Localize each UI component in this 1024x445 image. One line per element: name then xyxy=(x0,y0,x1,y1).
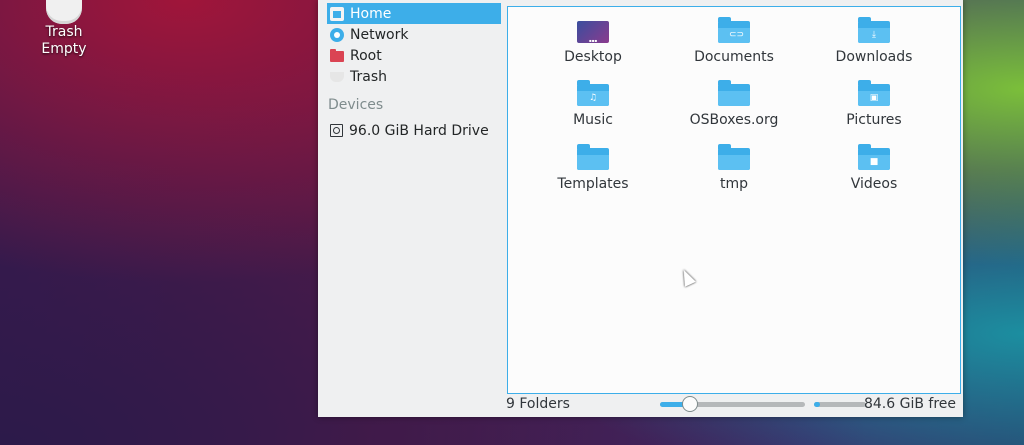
folder-icon xyxy=(718,80,750,106)
trash-bin-icon xyxy=(46,0,82,24)
downloads-folder-icon: ⤓ xyxy=(858,17,890,43)
folder-name: tmp xyxy=(719,176,748,192)
folder-item-videos[interactable]: ■ Videos xyxy=(804,144,944,192)
pictures-folder-icon: ▣ xyxy=(858,80,890,106)
folder-name: Documents xyxy=(694,49,774,65)
sidebar-item-trash[interactable]: Trash xyxy=(327,66,501,87)
sidebar-item-label: Home xyxy=(350,5,392,22)
folder-view[interactable]: Desktop ⊂⊃ Documents ⤓ Downloads ♫ Music… xyxy=(507,6,961,394)
folder-name: Music xyxy=(573,112,613,128)
desktop-folder-icon xyxy=(577,21,609,43)
folder-icon xyxy=(718,144,750,170)
videos-folder-icon: ■ xyxy=(858,144,890,170)
folder-item-music[interactable]: ♫ Music xyxy=(523,80,663,128)
documents-folder-icon: ⊂⊃ xyxy=(718,17,750,43)
desktop-trash[interactable]: Trash Empty xyxy=(32,0,96,58)
folder-name: Downloads xyxy=(835,49,913,65)
folder-item-pictures[interactable]: ▣ Pictures xyxy=(804,80,944,128)
home-icon xyxy=(330,6,344,21)
folder-name: Templates xyxy=(557,176,629,192)
devices-heading: Devices xyxy=(328,97,384,113)
folder-name: OSBoxes.org xyxy=(689,112,779,128)
sidebar-item-label: Trash xyxy=(350,68,387,85)
sidebar-item-hard-drive[interactable]: 96.0 GiB Hard Drive xyxy=(327,120,501,141)
folder-item-downloads[interactable]: ⤓ Downloads xyxy=(804,17,944,65)
zoom-slider[interactable] xyxy=(660,396,805,412)
trash-icon xyxy=(330,71,344,82)
desktop-trash-status: Empty xyxy=(41,41,87,57)
desktop-trash-label: Trash xyxy=(45,24,83,40)
sidebar-item-label: Network xyxy=(350,26,409,43)
sidebar-item-home[interactable]: Home xyxy=(327,3,501,24)
folder-item-tmp[interactable]: tmp xyxy=(664,144,804,192)
folder-name: Desktop xyxy=(564,49,622,65)
music-folder-icon: ♫ xyxy=(577,80,609,106)
folder-count: 9 Folders xyxy=(506,396,570,412)
folder-icon xyxy=(577,144,609,170)
folder-item-templates[interactable]: Templates xyxy=(523,144,663,192)
file-manager-window: Home Network Root Trash Devices 96.0 GiB… xyxy=(318,0,963,417)
sidebar-item-network[interactable]: Network xyxy=(327,24,501,45)
zoom-slider-handle[interactable] xyxy=(682,396,698,412)
free-space-bar xyxy=(814,402,866,407)
sidebar-item-label: Root xyxy=(350,47,382,64)
folder-name: Pictures xyxy=(846,112,902,128)
network-icon xyxy=(330,27,344,42)
folder-item-desktop[interactable]: Desktop xyxy=(523,21,663,65)
sidebar-item-label: 96.0 GiB Hard Drive xyxy=(349,122,489,139)
root-folder-icon xyxy=(330,49,344,62)
places-panel: Home Network Root Trash Devices 96.0 GiB… xyxy=(318,0,504,417)
folder-item-osboxes[interactable]: OSBoxes.org xyxy=(664,80,804,128)
free-space-label: 84.6 GiB free xyxy=(863,396,956,412)
free-space-fill xyxy=(814,402,820,407)
folder-item-documents[interactable]: ⊂⊃ Documents xyxy=(664,17,804,65)
hard-drive-icon xyxy=(330,124,343,137)
sidebar-item-root[interactable]: Root xyxy=(327,45,501,66)
status-bar: 9 Folders 84.6 GiB free xyxy=(506,396,962,414)
folder-name: Videos xyxy=(850,176,898,192)
